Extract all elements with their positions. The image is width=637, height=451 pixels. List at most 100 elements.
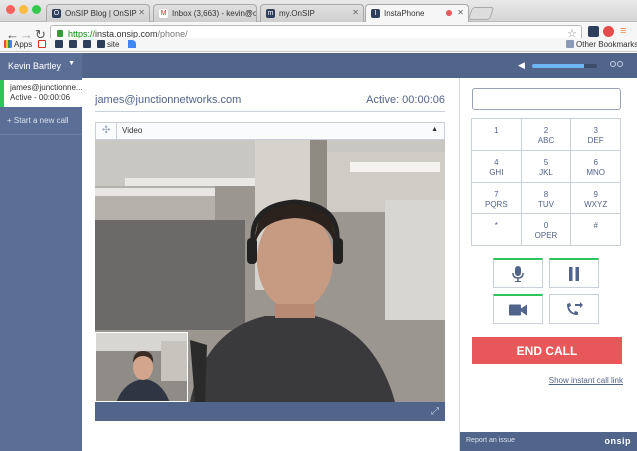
call-item-name: james@junctionne... [10,83,82,92]
bookmark-other[interactable]: Other Bookmarks [566,40,637,49]
bookmark-onsip-1[interactable] [55,40,65,49]
speaker-volume-icon[interactable]: ◀ [518,61,528,70]
callee-address: james@junctionnetworks.com [95,94,242,106]
close-tab-icon[interactable]: ✕ [457,8,464,17]
start-new-call-link[interactable]: + Start a new call [7,116,69,125]
call-transfer-icon [567,302,583,315]
divider [0,134,82,135]
key-digit: 5 [543,157,549,167]
volume-slider[interactable] [532,64,597,68]
bookmark-apps[interactable]: Apps [4,40,32,49]
keypad-key-1[interactable]: 1 [472,119,522,151]
key-digit: 7 [494,189,499,199]
dial-input[interactable] [472,88,621,110]
close-tab-icon[interactable]: ✕ [352,8,359,17]
call-status: Active: 00:00:06 [366,94,445,106]
gmail-icon [38,40,46,48]
browser-tab-onsip-blog[interactable]: O OnSIP Blog | OnSIP ✕ [46,4,150,22]
key-letters: WXYZ [584,199,608,209]
keypad-key-2[interactable]: 2 ABC [521,119,572,151]
volume-fill [532,64,584,68]
keypad-key-star[interactable]: * [472,214,522,246]
pause-icon [569,266,579,281]
key-digit: 2 [543,126,549,135]
onsip-icon [55,40,63,48]
bookmark-adwords[interactable] [128,40,138,49]
onsip-favicon-icon: m [266,9,275,18]
apps-grid-icon [4,40,12,48]
keypad-key-5[interactable]: 5 JKL [521,150,572,183]
keypad-key-3[interactable]: 3 DEF [571,119,621,151]
transfer-button[interactable] [549,294,599,324]
new-tab-button[interactable] [467,7,495,20]
call-main-area: james@junctionnetworks.com Active: 00:00… [82,78,460,451]
close-window-button[interactable] [6,5,15,14]
bookmarks-bar: Apps site Other Bookmarks [0,38,637,52]
video-toggle-button[interactable] [493,294,543,324]
call-item-status: Active - 00:00:06 [10,93,71,102]
recording-dot-icon [446,10,452,16]
active-call-item[interactable]: james@junctionne... Active - 00:00:06 [0,80,82,107]
key-letters: PQRS [484,199,508,209]
local-video-pip[interactable] [95,332,188,402]
browser-tab-gmail[interactable]: M Inbox (3,663) - kevin@on ✕ [153,4,257,22]
video-panel-footer: ⤢ [95,402,445,421]
divider [116,123,117,139]
user-name: Kevin Bartley [8,61,62,71]
browser-tab-my-onsip[interactable]: m my.OnSIP ✕ [260,4,364,22]
extension-icon[interactable] [588,26,599,37]
bookmark-onsip-2[interactable] [69,40,79,49]
maximize-window-button[interactable] [32,5,41,14]
keypad-key-hash[interactable]: # [571,214,621,246]
onsip-logo: onsip [604,436,631,446]
onsip-favicon-icon: I [371,9,380,18]
keypad-key-8[interactable]: 8 TUV [521,182,572,215]
end-call-button[interactable]: END CALL [472,337,622,364]
dialer-panel: 1 2 ABC 3 DEF 4 GHI 5 JKL 6 MNO 7 PQRS 8 TUV 9W… [460,78,637,451]
tab-title: Inbox (3,663) - kevin@on [172,9,257,18]
keypad-key-0[interactable]: 0 OPER [521,214,572,246]
local-video-feed [96,333,187,401]
browser-tab-bar: O OnSIP Blog | OnSIP ✕ M Inbox (3,663) -… [0,0,637,22]
folder-icon [566,40,574,48]
panel-footer: Report an issue onsip [460,432,637,451]
hold-button[interactable] [549,258,599,288]
keypad-key-7[interactable]: 7 PQRS [472,182,522,215]
key-letters: DEF [587,136,604,145]
close-tab-icon[interactable]: ✕ [138,8,145,17]
key-letters: GHI [489,167,504,177]
key-digit: # [593,221,598,231]
report-issue-link[interactable]: Report an issue [466,437,515,444]
onsip-icon [69,40,77,48]
bookmark-site[interactable]: site [97,40,119,49]
app-header: Kevin Bartley ▼ ◀ [0,53,637,78]
caret-up-icon[interactable]: ▲ [431,126,438,133]
keypad-key-6[interactable]: 6 MNO [571,150,621,183]
bookmark-label: Apps [14,40,33,49]
keypad-key-4[interactable]: 4 GHI [472,150,522,183]
key-digit: 4 [494,157,499,167]
key-digit: 6 [593,157,598,167]
key-letters: MNO [586,167,605,177]
key-letters: JKL [539,167,553,177]
user-menu[interactable]: Kevin Bartley ▼ [0,53,82,78]
mute-button[interactable] [493,258,543,288]
voicemail-icon[interactable] [610,61,624,69]
fullscreen-expand-icon[interactable]: ⤢ [431,406,439,417]
video-camera-icon [509,304,527,315]
bookmark-gmail[interactable] [38,40,48,49]
bookmark-onsip-3[interactable] [83,40,93,49]
close-tab-icon[interactable]: ✕ [245,8,252,17]
show-instant-call-link[interactable]: Show instant call link [549,376,623,385]
onsip-favicon-icon: O [52,9,61,18]
minimize-window-button[interactable] [19,5,28,14]
move-drag-icon[interactable]: ✣ [102,126,110,136]
onsip-icon [97,40,105,48]
key-digit: 0 [543,221,549,231]
browser-tab-instaphone[interactable]: I InstaPhone ✕ [365,4,469,22]
extension-icon[interactable] [603,26,614,37]
caret-down-icon: ▼ [68,60,75,67]
keypad-key-9[interactable]: 9 WXYZ [571,182,621,215]
menu-icon[interactable]: ≡ [620,25,626,37]
video-panel-header[interactable]: ✣ Video ▲ [95,122,445,140]
